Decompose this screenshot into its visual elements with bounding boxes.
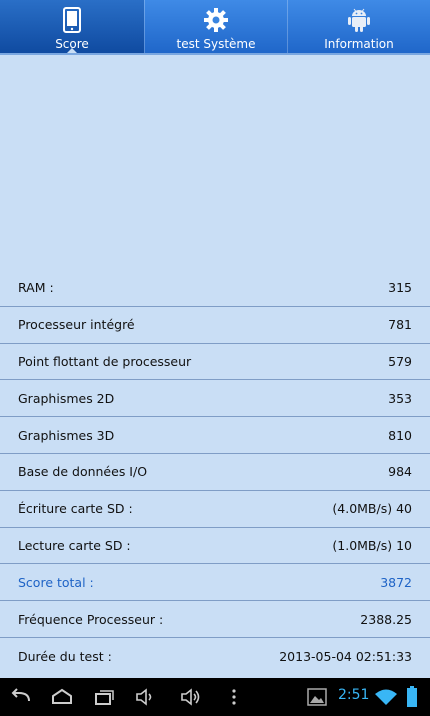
row-score-total: Score total : 3872 xyxy=(0,564,430,602)
row-value: 781 xyxy=(388,317,412,333)
home-icon[interactable] xyxy=(49,684,75,710)
gear-icon xyxy=(202,6,230,34)
volume-down-icon[interactable] xyxy=(133,684,159,710)
row-label: RAM : xyxy=(18,280,54,296)
row-value: 3872 xyxy=(380,574,412,590)
row-label: Durée du test : xyxy=(18,648,112,664)
tab-information-label: Information xyxy=(324,37,394,51)
row-label: Point flottant de processeur xyxy=(18,353,192,369)
android-icon xyxy=(345,6,373,34)
row-duree-du-test: Durée du test : 2013-05-04 02:51:33 xyxy=(0,638,430,675)
system-nav-bar: 2:51 xyxy=(0,678,430,716)
row-graphismes-3d: Graphismes 3D 810 xyxy=(0,417,430,454)
row-label: Graphismes 2D xyxy=(18,390,115,406)
row-value: 353 xyxy=(388,390,412,406)
back-icon[interactable] xyxy=(8,684,34,710)
row-value: 984 xyxy=(388,464,412,480)
row-ecriture-carte-sd: Écriture carte SD : (4.0MB/s) 40 xyxy=(0,491,430,528)
tab-information[interactable]: Information xyxy=(287,0,430,54)
row-label: Lecture carte SD : xyxy=(18,537,131,553)
row-lecture-carte-sd: Lecture carte SD : (1.0MB/s) 10 xyxy=(0,528,430,565)
row-ram: RAM : 315 xyxy=(0,270,430,307)
row-label: Base de données I/O xyxy=(18,464,148,480)
tab-bar: Score test Système Information xyxy=(0,0,430,54)
row-value: 2388.25 xyxy=(360,611,412,627)
tab-score-label: Score xyxy=(55,37,89,51)
row-processeur-integre: Processeur intégré 781 xyxy=(0,307,430,344)
tab-score[interactable]: Score xyxy=(0,0,144,54)
row-value: 810 xyxy=(388,427,412,443)
row-value: 2013-05-04 02:51:33 xyxy=(279,648,412,664)
row-value: 579 xyxy=(388,353,412,369)
row-value: 315 xyxy=(388,280,412,296)
row-label: Fréquence Processeur : xyxy=(18,611,164,627)
row-graphismes-2d: Graphismes 2D 353 xyxy=(0,380,430,418)
menu-icon[interactable] xyxy=(221,684,247,710)
row-frequence-processeur: Fréquence Processeur : 2388.25 xyxy=(0,601,430,638)
recent-apps-icon[interactable] xyxy=(91,684,117,710)
row-value: (4.0MB/s) 40 xyxy=(332,501,412,517)
tab-test-systeme[interactable]: test Système xyxy=(144,0,287,54)
gallery-notification-icon xyxy=(304,684,330,710)
tab-bar-divider xyxy=(0,53,430,55)
score-list: RAM : 315 Processeur intégré 781 Point f… xyxy=(0,270,430,675)
phone-icon xyxy=(58,6,86,34)
row-label: Graphismes 3D xyxy=(18,427,115,443)
row-point-flottant: Point flottant de processeur 579 xyxy=(0,344,430,381)
volume-up-icon[interactable] xyxy=(178,684,204,710)
tab-test-systeme-label: test Système xyxy=(176,37,256,51)
wifi-icon xyxy=(373,684,399,710)
row-value: (1.0MB/s) 10 xyxy=(332,537,412,553)
battery-icon xyxy=(399,684,425,710)
row-base-de-donnees: Base de données I/O 984 xyxy=(0,454,430,491)
status-clock: 2:51 xyxy=(338,687,370,703)
row-label: Processeur intégré xyxy=(18,317,135,333)
row-label: Écriture carte SD : xyxy=(18,501,133,517)
row-label: Score total : xyxy=(18,574,94,590)
